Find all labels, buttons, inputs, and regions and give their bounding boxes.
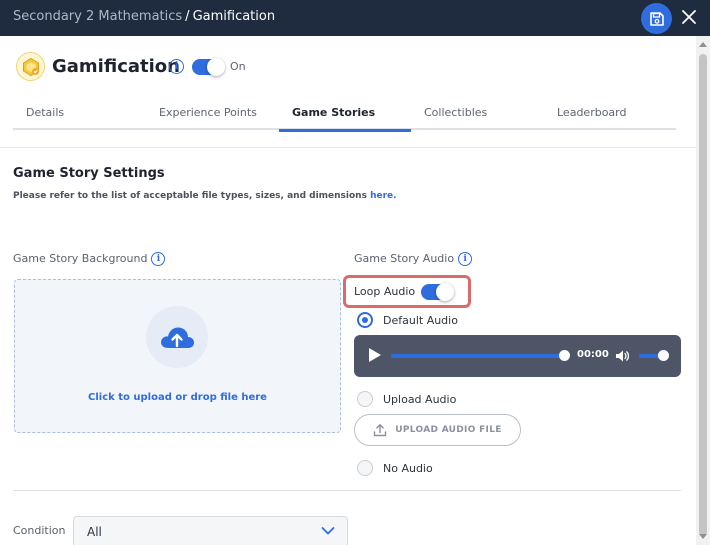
file-requirements-note: Please refer to the list of acceptable f… <box>13 191 397 201</box>
scroll-thumb[interactable] <box>699 54 707 536</box>
background-label: Game Story Background i <box>13 252 166 266</box>
scrollbar[interactable] <box>696 36 710 545</box>
play-icon[interactable] <box>369 348 381 362</box>
radio-button[interactable] <box>357 391 373 407</box>
radio-label: Default Audio <box>383 313 458 327</box>
upload-audio-label: UPLOAD AUDIO FILE <box>395 425 502 435</box>
scroll-down-arrow[interactable] <box>699 534 707 539</box>
breadcrumb: Secondary 2 Mathematics / Gamification <box>13 9 275 24</box>
background-label-text: Game Story Background <box>13 252 148 265</box>
audio-label-text: Game Story Audio <box>354 252 455 265</box>
seek-bar[interactable] <box>391 354 565 358</box>
game-story-settings: Game Story Settings Please refer to the … <box>0 148 696 545</box>
floppy-disk-icon <box>649 11 664 26</box>
close-button[interactable] <box>678 6 700 28</box>
radio-no-audio[interactable]: No Audio <box>357 460 433 476</box>
chevron-down-icon <box>321 527 335 535</box>
upload-area-icon <box>146 306 208 368</box>
info-icon[interactable]: i <box>458 252 473 266</box>
condition-value: All <box>87 525 102 539</box>
volume-handle[interactable] <box>658 350 669 361</box>
gamification-toggle[interactable] <box>192 58 225 76</box>
page-title: Gamification <box>52 56 180 77</box>
info-icon[interactable]: i <box>151 252 166 266</box>
section-title: Game Story Settings <box>13 166 165 181</box>
player-time: 00:00 <box>577 349 609 360</box>
radio-button[interactable] <box>357 312 373 328</box>
radio-label: Upload Audio <box>383 392 457 406</box>
loop-audio-label: Loop Audio <box>354 285 416 298</box>
status-label: On <box>230 60 246 73</box>
tab-game-stories[interactable]: Game Stories <box>279 98 411 132</box>
gamification-badge-icon <box>16 52 45 81</box>
audio-player: 00:00 <box>354 335 681 377</box>
note-text: Please refer to the list of acceptable f… <box>13 191 367 201</box>
background-dropzone[interactable]: Click to upload or drop file here <box>14 279 341 433</box>
cloud-upload-icon <box>161 327 195 348</box>
upload-audio-button[interactable]: UPLOAD AUDIO FILE <box>354 414 521 446</box>
save-button[interactable] <box>641 3 672 34</box>
breadcrumb-separator: / <box>185 9 190 24</box>
breadcrumb-current: Gamification <box>192 9 276 24</box>
tab-bar: Details Experience Points Game Stories C… <box>13 98 676 132</box>
radio-button[interactable] <box>357 460 373 476</box>
dropzone-text: Click to upload or drop file here <box>88 392 267 403</box>
tab-experience-points[interactable]: Experience Points <box>146 98 279 130</box>
section-divider <box>13 490 681 491</box>
close-icon <box>682 10 696 24</box>
condition-label: Condition <box>13 524 66 537</box>
tab-leaderboard[interactable]: Leaderboard <box>544 98 676 130</box>
radio-upload-audio[interactable]: Upload Audio <box>357 391 456 407</box>
loop-audio-toggle[interactable] <box>421 283 454 301</box>
page-header: Gamification i On Details Experience Poi… <box>0 36 696 148</box>
info-icon[interactable]: i <box>169 59 184 74</box>
loop-audio-control: Loop Audio <box>343 275 471 308</box>
toggle-knob <box>207 58 225 76</box>
tab-collectibles[interactable]: Collectibles <box>411 98 544 130</box>
seek-handle[interactable] <box>559 350 570 361</box>
file-requirements-link[interactable]: here. <box>370 191 396 201</box>
radio-default-audio[interactable]: Default Audio <box>357 312 458 328</box>
audio-label: Game Story Audio i <box>354 252 473 266</box>
tab-details[interactable]: Details <box>13 98 133 130</box>
radio-label: No Audio <box>383 461 433 475</box>
scroll-up-arrow[interactable] <box>699 42 707 47</box>
breadcrumb-parent[interactable]: Secondary 2 Mathematics <box>13 9 182 24</box>
volume-icon[interactable] <box>614 348 630 364</box>
gamification-panel: Gamification i On Details Experience Poi… <box>0 36 696 545</box>
title-bar: Secondary 2 Mathematics / Gamification <box>0 0 710 36</box>
condition-select[interactable]: All <box>73 516 348 545</box>
toggle-knob <box>436 283 454 301</box>
upload-icon <box>374 424 387 437</box>
